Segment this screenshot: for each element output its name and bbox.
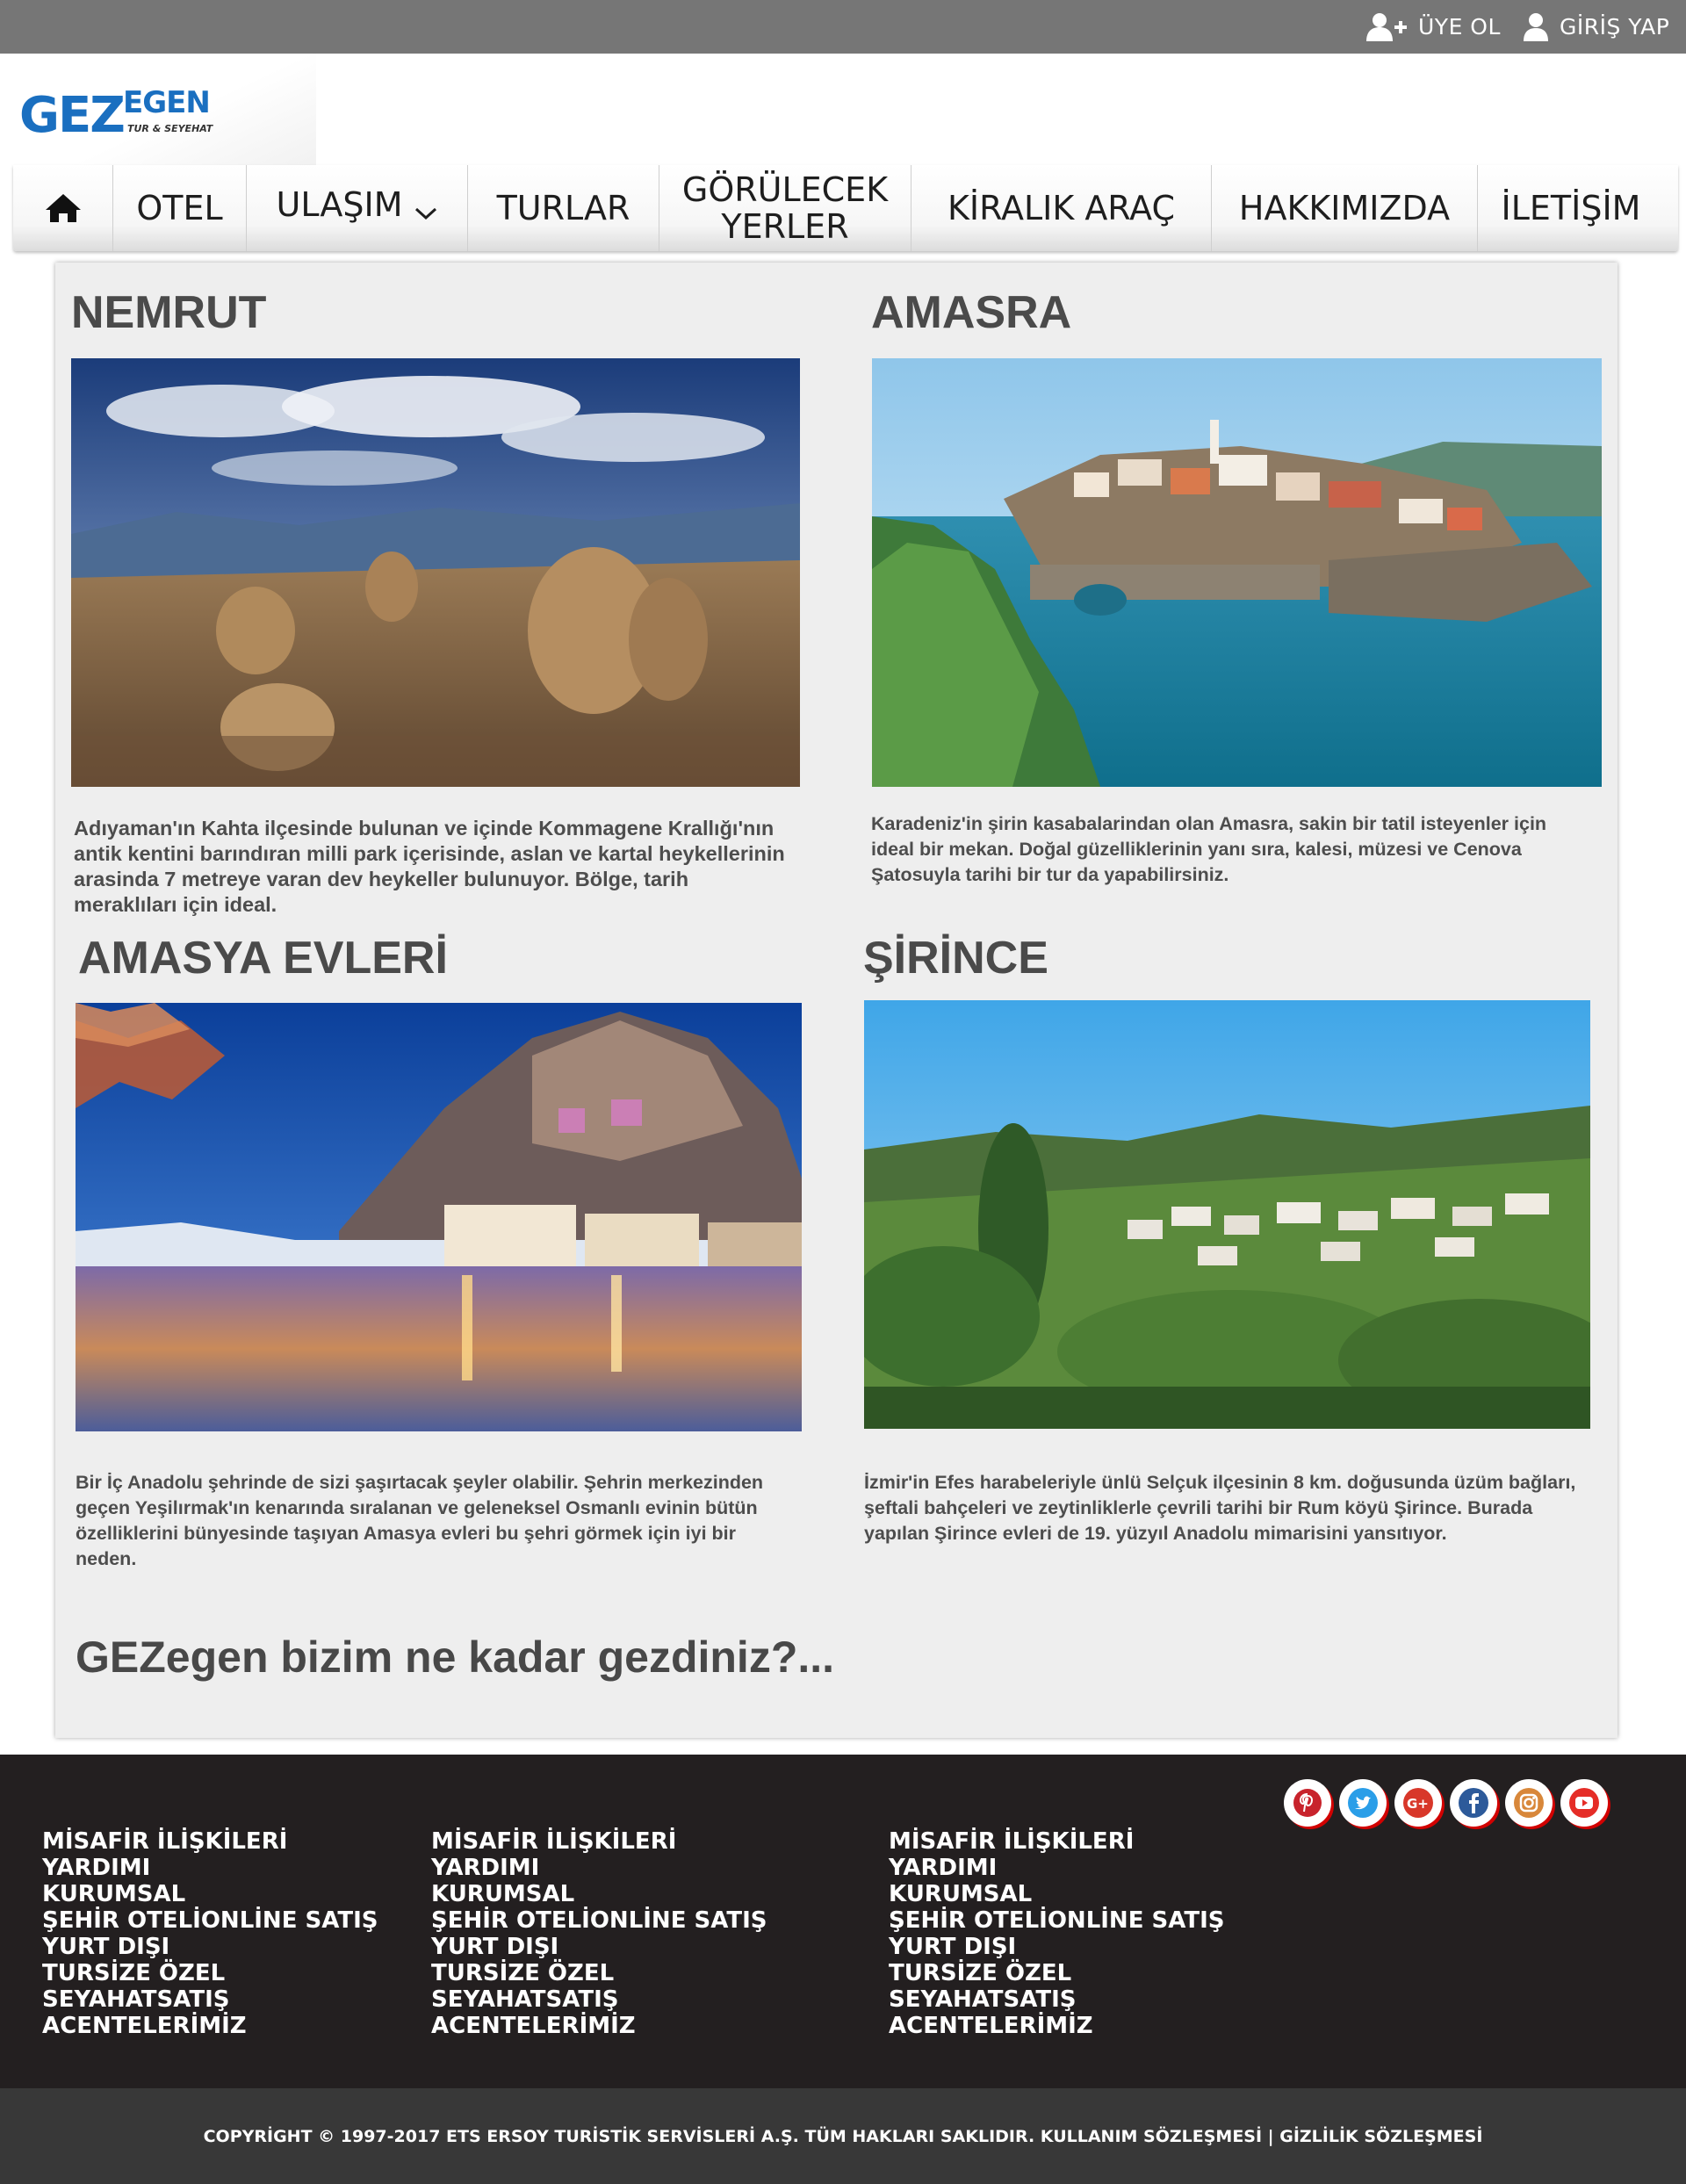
destination-description: İzmir'in Efes harabeleriyle ünlü Selçuk … xyxy=(864,1472,1576,1544)
footer-link[interactable]: ŞEHİR OTELİONLİNE SATIŞ xyxy=(889,1907,1224,1934)
footer-link[interactable]: MİSAFİR İLİŞKİLERİ xyxy=(889,1828,1224,1855)
google-plus-icon[interactable]: G+ xyxy=(1394,1779,1442,1827)
footer-link[interactable]: KURUMSAL xyxy=(889,1881,1224,1907)
nav-otel[interactable]: OTEL xyxy=(113,165,247,251)
footer-link[interactable]: ŞEHİR OTELİONLİNE SATIŞ xyxy=(42,1907,378,1934)
home-icon xyxy=(45,194,81,222)
footer-link[interactable]: ŞEHİR OTELİONLİNE SATIŞ xyxy=(431,1907,767,1934)
user-icon xyxy=(1524,12,1548,41)
destination-title: AMASRA xyxy=(871,287,1072,338)
footer-link[interactable]: YARDIMI xyxy=(42,1855,378,1881)
footer-link[interactable]: SEYAHATSATIŞ xyxy=(889,1986,1224,2013)
destination-title: ŞİRİNCE xyxy=(863,933,1048,984)
footer-link[interactable]: SEYAHATSATIŞ xyxy=(42,1986,378,2013)
destination-title: NEMRUT xyxy=(71,287,267,338)
footer-link[interactable]: YURT DIŞI xyxy=(431,1934,767,1960)
amasra-photo[interactable] xyxy=(872,358,1602,787)
nav-iletisim-label: İLETİŞİM xyxy=(1501,189,1641,227)
logo-accent-text: EGEN xyxy=(123,85,211,120)
logo-main-text: GEZ xyxy=(19,87,126,144)
site-logo[interactable]: GEZ EGEN TUR & SEYEHAT xyxy=(0,54,316,168)
destination-description: Adıyaman'ın Kahta ilçesinde bulunan ve i… xyxy=(74,817,785,916)
nav-kiralik-label: KİRALIK ARAÇ xyxy=(947,189,1176,227)
footer-link[interactable]: TURSİZE ÖZEL xyxy=(431,1960,767,1986)
chevron-down-icon xyxy=(415,207,437,220)
facebook-icon[interactable] xyxy=(1450,1779,1497,1827)
footer-link[interactable]: ACENTELERİMİZ xyxy=(889,2013,1224,2039)
nav-hakkimizda[interactable]: HAKKIMIZDA xyxy=(1212,165,1478,251)
nav-otel-label: OTEL xyxy=(136,189,223,227)
site-question-heading: GEZegen bizim ne kadar gezdiniz?... xyxy=(76,1633,835,1682)
nav-turlar[interactable]: TURLAR xyxy=(468,165,659,251)
footer-link[interactable]: TURSİZE ÖZEL xyxy=(42,1960,378,1986)
footer-link[interactable]: SEYAHATSATIŞ xyxy=(431,1986,767,2013)
nav-ulasim[interactable]: ULAŞIM xyxy=(247,165,468,251)
amasya-photo[interactable] xyxy=(76,1003,802,1431)
copyright-text: COPYRİGHT © 1997-2017 ETS ERSOY TURİSTİK… xyxy=(203,2126,1483,2146)
footer-link[interactable]: KURUMSAL xyxy=(42,1881,378,1907)
logo-tagline: TUR & SEYEHAT xyxy=(127,123,213,134)
footer-column: MİSAFİR İLİŞKİLERİ YARDIMI KURUMSAL ŞEHİ… xyxy=(431,1828,767,2039)
footer-link[interactable]: ACENTELERİMİZ xyxy=(431,2013,767,2039)
register-link[interactable]: ÜYE OL xyxy=(1365,0,1501,54)
sirince-photo[interactable] xyxy=(864,1000,1590,1429)
nav-iletisim[interactable]: İLETİŞİM xyxy=(1478,165,1664,251)
pinterest-icon[interactable] xyxy=(1284,1779,1331,1827)
login-label: GİRİŞ YAP xyxy=(1560,14,1670,40)
nav-home[interactable] xyxy=(13,165,113,251)
footer-link[interactable]: KURUMSAL xyxy=(431,1881,767,1907)
youtube-icon[interactable] xyxy=(1560,1779,1608,1827)
top-bar: ÜYE OL GİRİŞ YAP xyxy=(0,0,1686,54)
nav-turlar-label: TURLAR xyxy=(496,189,630,227)
destination-description: Bir İç Anadolu şehrinde de sizi şaşırtac… xyxy=(76,1472,764,1569)
svg-text:G+: G+ xyxy=(1407,1796,1429,1812)
nemrut-photo[interactable] xyxy=(71,358,800,787)
nav-hakkimizda-label: HAKKIMIZDA xyxy=(1238,189,1451,227)
nav-ulasim-label: ULAŞIM xyxy=(276,185,403,224)
footer-link[interactable]: YURT DIŞI xyxy=(42,1934,378,1960)
footer-link[interactable]: YARDIMI xyxy=(889,1855,1224,1881)
social-links: G+ xyxy=(1284,1779,1616,1827)
twitter-icon[interactable] xyxy=(1339,1779,1387,1827)
nav-kiralik-arac[interactable]: KİRALIK ARAÇ xyxy=(911,165,1212,251)
login-link[interactable]: GİRİŞ YAP xyxy=(1523,0,1669,54)
main-nav: OTEL ULAŞIM TURLAR GÖRÜLECEK YERLER KİRA… xyxy=(13,165,1678,251)
footer-link[interactable]: TURSİZE ÖZEL xyxy=(889,1960,1224,1986)
user-plus-icon xyxy=(1366,12,1407,41)
footer-link[interactable]: ACENTELERİMİZ xyxy=(42,2013,378,2039)
destination-description: Karadeniz'in şirin kasabalarindan olan A… xyxy=(871,813,1547,885)
footer-link[interactable]: YURT DIŞI xyxy=(889,1934,1224,1960)
register-label: ÜYE OL xyxy=(1418,14,1501,40)
nav-gorulecek-yerler[interactable]: GÖRÜLECEK YERLER xyxy=(659,165,911,251)
nav-gorulecek-label-line2: YERLER xyxy=(721,207,849,246)
footer-link[interactable]: MİSAFİR İLİŞKİLERİ xyxy=(431,1828,767,1855)
instagram-icon[interactable] xyxy=(1505,1779,1553,1827)
footer-column: MİSAFİR İLİŞKİLERİ YARDIMI KURUMSAL ŞEHİ… xyxy=(889,1828,1224,2039)
destination-title: AMASYA EVLERİ xyxy=(78,933,448,984)
footer-link[interactable]: MİSAFİR İLİŞKİLERİ xyxy=(42,1828,378,1855)
footer-link[interactable]: YARDIMI xyxy=(431,1855,767,1881)
footer-column: MİSAFİR İLİŞKİLERİ YARDIMI KURUMSAL ŞEHİ… xyxy=(42,1828,378,2039)
nav-gorulecek-label-line1: GÖRÜLECEK xyxy=(681,170,889,209)
copyright-bar: COPYRİGHT © 1997-2017 ETS ERSOY TURİSTİK… xyxy=(0,2088,1686,2184)
